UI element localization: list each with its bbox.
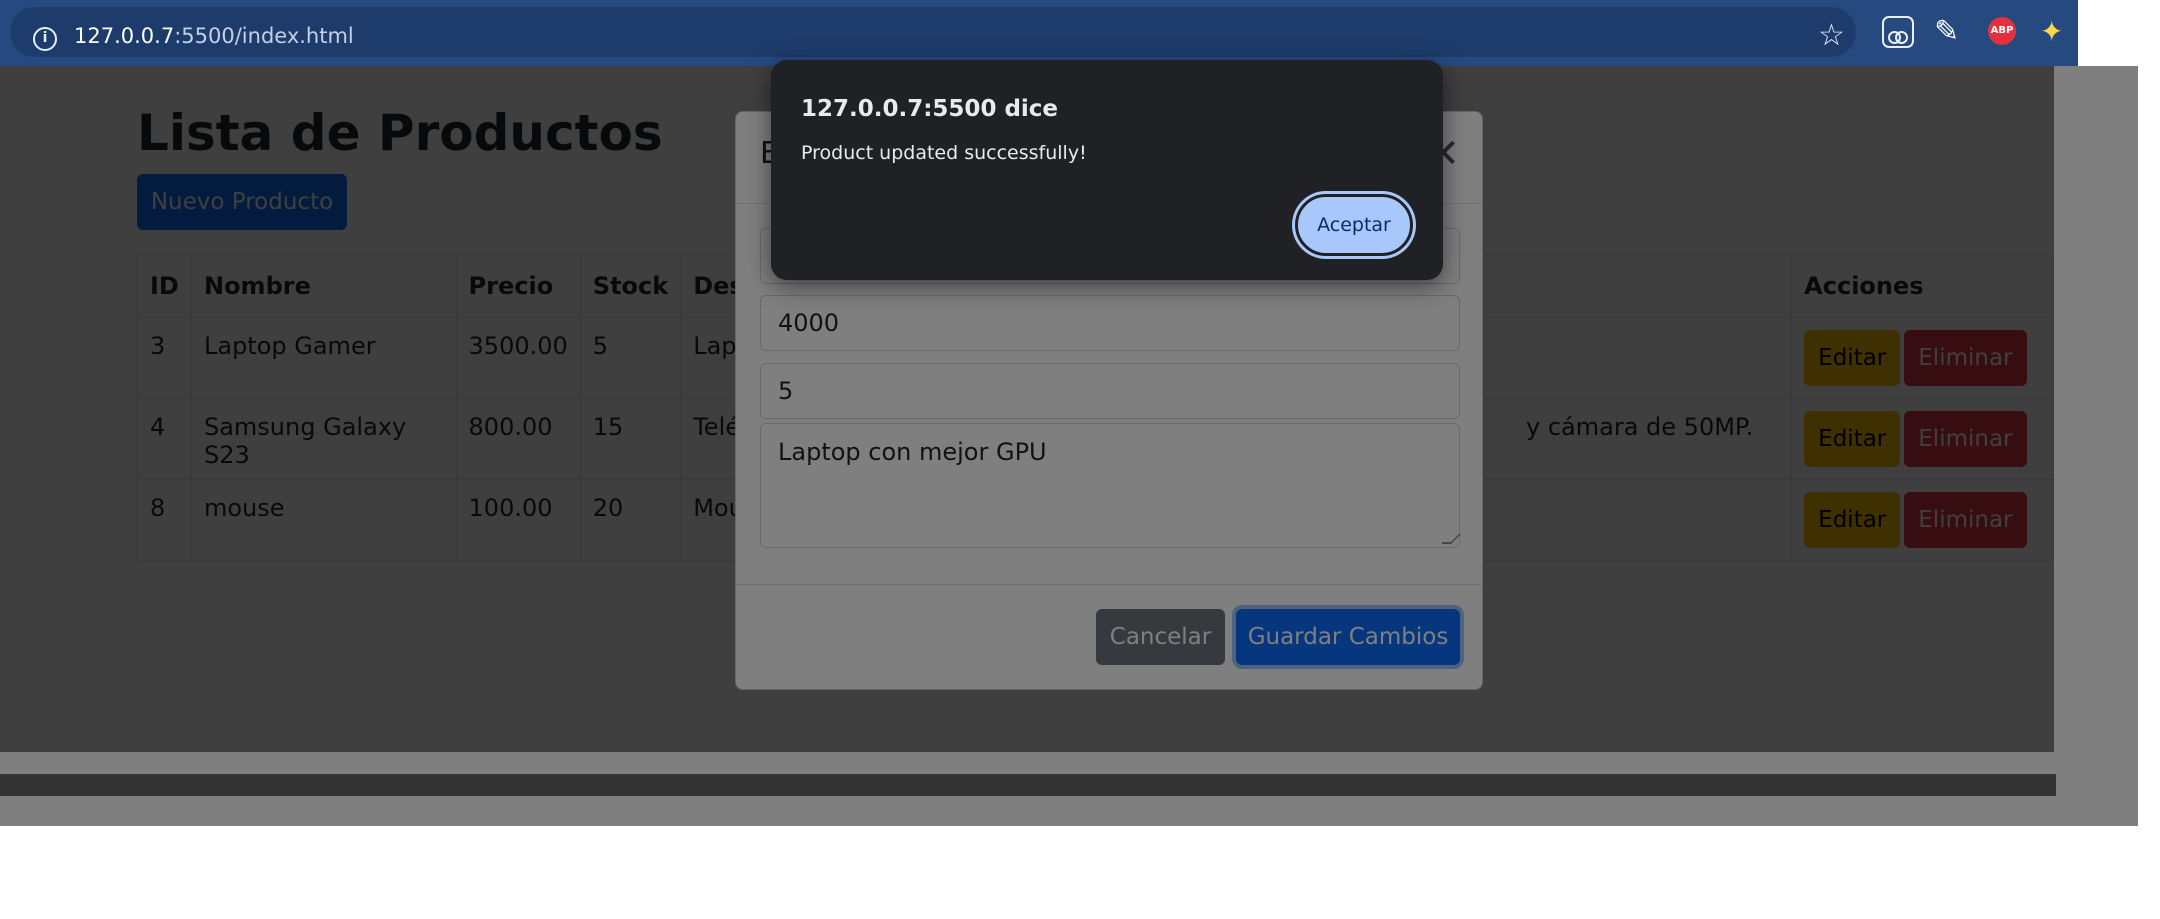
glasses-extension-icon[interactable] [1882,16,1914,48]
adblock-extension-icon[interactable]: ABP [1988,17,2016,45]
puzzle-extension-icon[interactable]: ✦ [2040,16,2072,48]
menu-icon[interactable]: ⇱ [2118,8,2150,40]
alert-title: 127.0.0.7:5500 dice [801,96,1059,122]
alert-dialog: 127.0.0.7:5500 dice Product updated succ… [771,60,1443,280]
browser-toolbar: i 127.0.0.7:5500/index.html ☆ ✎ ABP ✦ ⇱ [0,0,2141,66]
star-icon[interactable]: ☆ [1818,21,1845,51]
alert-message: Product updated successfully! [801,142,1087,164]
accept-button[interactable]: Aceptar [1295,194,1413,256]
info-icon[interactable]: i [33,27,57,51]
eyedropper-extension-icon[interactable]: ✎ [1934,16,1966,48]
address-url[interactable]: 127.0.0.7:5500/index.html [74,24,354,48]
address-bar[interactable]: i 127.0.0.7:5500/index.html ☆ [10,7,1856,57]
